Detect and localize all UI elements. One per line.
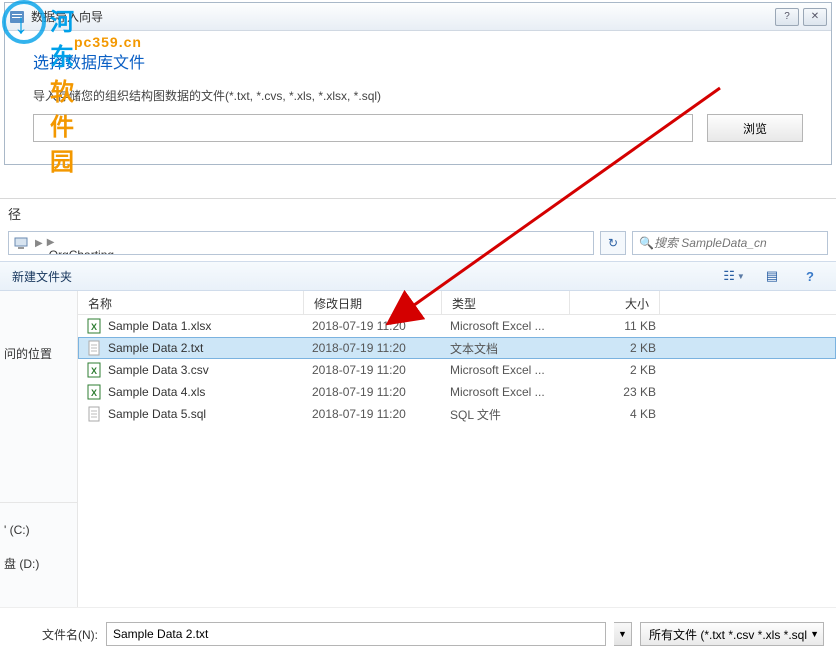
file-type-filter[interactable]: 所有文件 (*.txt *.csv *.xls *.sql ▼	[640, 622, 824, 646]
dialog-heading: 选择数据库文件	[33, 49, 803, 73]
file-date: 2018-07-19 11:20	[312, 385, 450, 399]
file-type: Microsoft Excel ...	[450, 385, 578, 399]
close-button[interactable]: ✕	[803, 8, 827, 26]
refresh-button[interactable]: ↻	[600, 231, 626, 255]
file-name: Sample Data 4.xls	[108, 385, 312, 399]
preview-icon: ▤	[766, 268, 778, 284]
chevron-down-icon: ▼	[810, 629, 819, 639]
filename-label: 文件名(N):	[42, 626, 98, 643]
column-name[interactable]: 名称	[78, 291, 304, 314]
list-view-icon: ☷	[723, 268, 735, 284]
file-row[interactable]: X Sample Data 1.xlsx2018-07-19 11:20Micro…	[78, 315, 836, 337]
column-date[interactable]: 修改日期	[304, 291, 442, 314]
file-icon	[86, 340, 102, 356]
file-type: Microsoft Excel ...	[450, 363, 578, 377]
file-row[interactable]: X Sample Data 4.xls2018-07-19 11:20Micros…	[78, 381, 836, 403]
file-path-input[interactable]	[33, 114, 693, 142]
file-icon: X	[86, 384, 102, 400]
svg-text:X: X	[91, 322, 97, 332]
file-row[interactable]: Sample Data 5.sql2018-07-19 11:20SQL 文件4…	[78, 403, 836, 425]
file-icon: X	[86, 318, 102, 334]
file-date: 2018-07-19 11:20	[312, 407, 450, 421]
file-name: Sample Data 5.sql	[108, 407, 312, 421]
app-icon	[9, 9, 25, 25]
navigation-bar: ▶ 计算机▶本地磁盘 (D:)▶河东软件园▶OrgCharting▶data▶S…	[0, 227, 836, 261]
file-size: 4 KB	[578, 407, 656, 421]
sidebar-recent-places[interactable]: 问的位置	[0, 331, 77, 366]
import-wizard-dialog: 数据导入向导 ? ✕ 选择数据库文件 导入存储您的组织结构图数据的文件(*.tx…	[4, 2, 832, 165]
file-icon	[86, 406, 102, 422]
file-date: 2018-07-19 11:20	[312, 341, 450, 355]
file-row[interactable]: X Sample Data 3.csv2018-07-19 11:20Micros…	[78, 359, 836, 381]
sidebar: 问的位置 ' (C:) 盘 (D:)	[0, 291, 78, 607]
refresh-icon: ↻	[608, 236, 618, 250]
file-size: 2 KB	[578, 363, 656, 377]
search-box[interactable]: 🔍	[632, 231, 828, 255]
file-open-dialog: 径 ▶ 计算机▶本地磁盘 (D:)▶河东软件园▶OrgCharting▶data…	[0, 198, 836, 658]
file-list-area: 名称 修改日期 类型 大小 XSample Data 1.xlsx2018-07…	[78, 291, 836, 607]
help-toolbar-button[interactable]: ?	[792, 265, 828, 287]
file-size: 23 KB	[578, 385, 656, 399]
toolbar: 新建文件夹 ☷▼ ▤ ?	[0, 261, 836, 291]
dialog-footer: 文件名(N): ▼ 所有文件 (*.txt *.csv *.xls *.sql …	[0, 607, 836, 656]
chevron-down-icon: ▼	[618, 629, 627, 639]
sidebar-drive-d[interactable]: 盘 (D:)	[0, 541, 77, 576]
help-button[interactable]: ?	[775, 8, 799, 26]
help-icon: ?	[806, 269, 814, 284]
breadcrumb-item[interactable]: 河东软件园	[45, 231, 138, 234]
file-date: 2018-07-19 11:20	[312, 319, 450, 333]
filter-label: 所有文件 (*.txt *.csv *.xls *.sql	[649, 626, 807, 643]
dialog-section-label: 径	[0, 198, 836, 227]
svg-text:X: X	[91, 388, 97, 398]
breadcrumb[interactable]: ▶ 计算机▶本地磁盘 (D:)▶河东软件园▶OrgCharting▶data▶S…	[8, 231, 594, 255]
chevron-down-icon: ▼	[737, 272, 745, 281]
search-input[interactable]	[654, 236, 821, 250]
file-size: 2 KB	[578, 341, 656, 355]
file-name: Sample Data 1.xlsx	[108, 319, 312, 333]
file-name: Sample Data 2.txt	[108, 341, 312, 355]
file-icon: X	[86, 362, 102, 378]
file-name: Sample Data 3.csv	[108, 363, 312, 377]
file-date: 2018-07-19 11:20	[312, 363, 450, 377]
dialog-title-bar: 数据导入向导 ? ✕	[5, 3, 831, 31]
search-icon: 🔍	[639, 236, 654, 250]
preview-pane-button[interactable]: ▤	[754, 265, 790, 287]
breadcrumb-item[interactable]: OrgCharting	[45, 248, 138, 256]
dialog-description: 导入存储您的组织结构图数据的文件(*.txt, *.cvs, *.xls, *.…	[33, 87, 803, 104]
column-headers: 名称 修改日期 类型 大小	[78, 291, 836, 315]
filename-input[interactable]	[106, 622, 606, 646]
chevron-right-icon: ▶	[45, 237, 57, 248]
file-row[interactable]: Sample Data 2.txt2018-07-19 11:20文本文档2 K…	[78, 337, 836, 359]
column-size[interactable]: 大小	[570, 291, 660, 314]
chevron-right-icon: ▶	[33, 238, 45, 249]
file-type: 文本文档	[450, 340, 578, 357]
new-folder-button[interactable]: 新建文件夹	[4, 264, 80, 289]
svg-text:X: X	[91, 366, 97, 376]
view-mode-button[interactable]: ☷▼	[716, 265, 752, 287]
browse-button[interactable]: 浏览	[707, 114, 803, 142]
file-type: SQL 文件	[450, 406, 578, 423]
dialog-title: 数据导入向导	[31, 8, 775, 25]
sidebar-drive-c[interactable]: ' (C:)	[0, 509, 77, 541]
column-type[interactable]: 类型	[442, 291, 570, 314]
computer-icon	[13, 235, 29, 251]
file-type: Microsoft Excel ...	[450, 319, 578, 333]
file-size: 11 KB	[578, 319, 656, 333]
filename-dropdown-button[interactable]: ▼	[614, 622, 632, 646]
